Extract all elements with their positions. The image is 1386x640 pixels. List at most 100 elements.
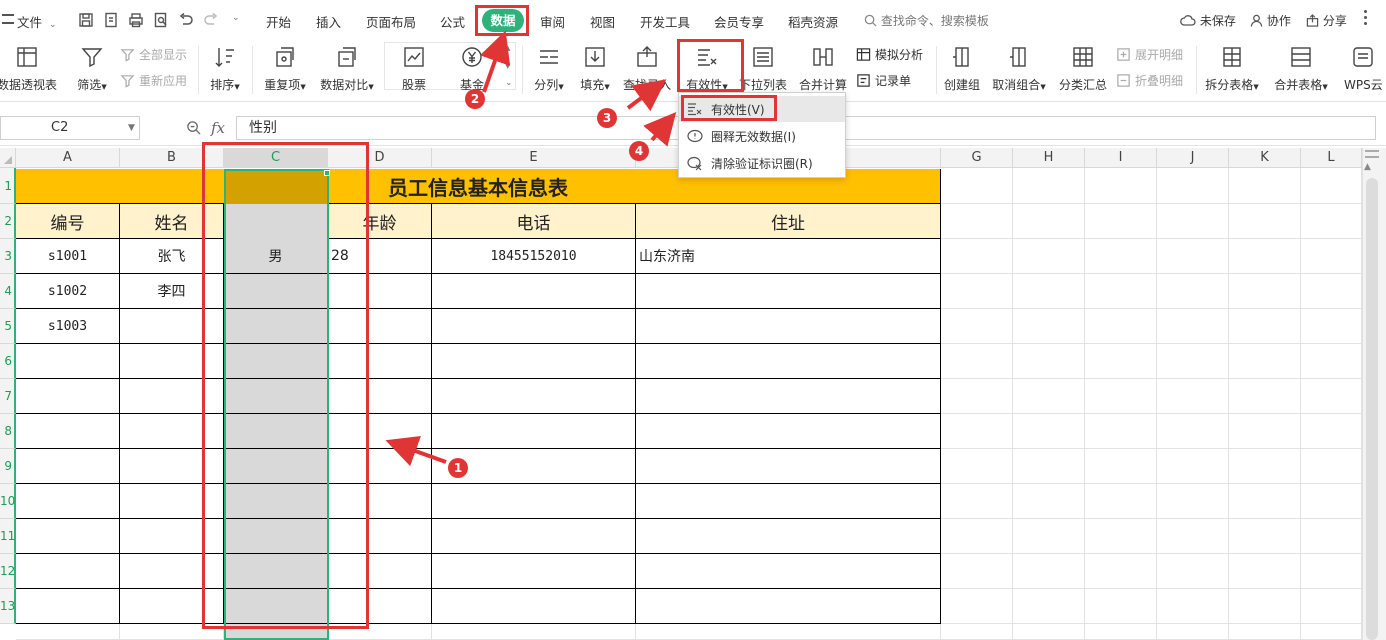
grid-cell[interactable] <box>1013 274 1085 309</box>
scrollbar-split-handle[interactable] <box>1365 150 1379 158</box>
grid-cell[interactable] <box>941 484 1013 519</box>
table-cell[interactable] <box>328 484 432 519</box>
row-header-13[interactable]: 13 <box>0 589 16 624</box>
name-box[interactable]: C2 <box>0 116 140 140</box>
undo-icon[interactable] <box>178 12 194 28</box>
table-cell[interactable] <box>636 379 941 414</box>
table-cell[interactable] <box>120 414 224 449</box>
grid-cell[interactable] <box>1013 624 1085 640</box>
table-cell[interactable] <box>636 589 941 624</box>
table-cell[interactable]: s1003 <box>16 309 120 344</box>
row-header-2[interactable]: 2 <box>0 204 16 239</box>
insert-function-button[interactable]: fx <box>211 119 225 137</box>
grid-cell[interactable] <box>1085 414 1157 449</box>
table-cell[interactable] <box>432 274 636 309</box>
header-cell[interactable]: 编号 <box>16 204 120 239</box>
column-header-a[interactable]: A <box>16 148 120 168</box>
grid-cell[interactable] <box>941 414 1013 449</box>
grid-cell[interactable] <box>1085 624 1157 640</box>
consolidate-button[interactable]: 合并计算 <box>796 42 850 98</box>
menu-item-circle-invalid[interactable]: 圈释无效数据(I) <box>679 123 845 149</box>
data-compare-button[interactable]: 数据对比▼ <box>316 42 378 98</box>
table-cell[interactable] <box>636 414 941 449</box>
grid-cell[interactable] <box>1229 204 1301 239</box>
table-cell[interactable] <box>432 589 636 624</box>
grid-cell[interactable] <box>941 624 1013 640</box>
menu-item-validity[interactable]: 有效性(V) <box>679 96 845 122</box>
create-group-button[interactable]: 创建组 <box>940 42 984 98</box>
row-header-5[interactable]: 5 <box>0 309 16 344</box>
table-cell[interactable] <box>120 484 224 519</box>
zoom-icon[interactable] <box>186 120 201 138</box>
table-cell[interactable] <box>432 484 636 519</box>
grid-cell[interactable] <box>1013 168 1085 204</box>
table-cell[interactable] <box>120 589 224 624</box>
table-cell[interactable] <box>120 309 224 344</box>
reapply-button[interactable]: 重新应用 <box>120 72 187 89</box>
table-cell[interactable]: 28 <box>328 239 432 274</box>
table-cell[interactable] <box>120 379 224 414</box>
table-cell[interactable] <box>636 309 941 344</box>
grid-cell[interactable] <box>1229 554 1301 589</box>
table-cell[interactable] <box>636 449 941 484</box>
table-cell[interactable] <box>432 519 636 554</box>
column-header-c[interactable]: C <box>224 148 328 168</box>
row-header-6[interactable]: 6 <box>0 344 16 379</box>
table-cell[interactable] <box>328 379 432 414</box>
header-cell[interactable]: 姓名 <box>120 204 224 239</box>
duplicates-button[interactable]: 重复项▼ <box>260 42 310 98</box>
grid-cell[interactable] <box>941 554 1013 589</box>
table-cell[interactable]: s1001 <box>16 239 120 274</box>
grid-cell[interactable] <box>1157 344 1229 379</box>
table-cell[interactable] <box>432 414 636 449</box>
table-cell[interactable]: 李四 <box>120 274 224 309</box>
grid-cell[interactable] <box>941 449 1013 484</box>
tab-developer[interactable]: 开发工具 <box>640 12 690 31</box>
grid-cell[interactable] <box>1157 414 1229 449</box>
grid-cell[interactable] <box>1301 239 1362 274</box>
grid-cell[interactable] <box>941 274 1013 309</box>
grid-cell[interactable] <box>1157 309 1229 344</box>
grid-cell[interactable] <box>1157 274 1229 309</box>
grid-cell[interactable] <box>1085 484 1157 519</box>
fill-button[interactable]: 填充▼ <box>576 42 614 98</box>
grid-cell[interactable] <box>1157 168 1229 204</box>
tab-review[interactable]: 审阅 <box>540 12 565 31</box>
row-header-4[interactable]: 4 <box>0 274 16 309</box>
vertical-scrollbar-thumb[interactable] <box>1366 178 1378 640</box>
grid-cell[interactable] <box>1085 309 1157 344</box>
ungroup-button[interactable]: 取消组合▼ <box>990 42 1048 98</box>
table-cell[interactable] <box>636 554 941 589</box>
print-preview-icon[interactable] <box>153 12 169 28</box>
row-header-8[interactable]: 8 <box>0 414 16 449</box>
table-cell[interactable] <box>328 554 432 589</box>
grid-cell[interactable] <box>1013 344 1085 379</box>
table-cell[interactable] <box>328 344 432 379</box>
grid-cell[interactable] <box>1085 554 1157 589</box>
grid-cell[interactable] <box>1301 589 1362 624</box>
table-cell[interactable] <box>432 344 636 379</box>
search-command-box[interactable]: 查找命令、搜索模板 <box>864 12 989 29</box>
grid-cell[interactable] <box>1157 484 1229 519</box>
row-header-1[interactable]: 1 <box>0 168 16 204</box>
scroll-up-icon[interactable]: ▲ <box>1364 162 1371 172</box>
grid-cell[interactable] <box>1085 589 1157 624</box>
record-form-button[interactable]: 记录单 <box>856 72 911 89</box>
grid-cell[interactable] <box>1301 624 1362 640</box>
validity-button[interactable]: 有效性▼ <box>680 42 734 98</box>
table-cell[interactable] <box>328 309 432 344</box>
grid-cell[interactable] <box>1229 624 1301 640</box>
split-column-button[interactable]: 分列▼ <box>530 42 568 98</box>
column-header-h[interactable]: H <box>1013 148 1085 168</box>
table-cell[interactable] <box>328 589 432 624</box>
expand-detail-button[interactable]: 展开明细 <box>1116 46 1183 63</box>
grid-cell[interactable] <box>1229 484 1301 519</box>
what-if-analysis-button[interactable]: 模拟分析 <box>856 46 923 63</box>
grid-cell[interactable] <box>941 239 1013 274</box>
grid-cell[interactable] <box>1157 449 1229 484</box>
grid-cell[interactable] <box>1157 589 1229 624</box>
column-header-g[interactable]: G <box>941 148 1013 168</box>
tab-formulas[interactable]: 公式 <box>440 12 465 31</box>
grid-cell[interactable] <box>1085 449 1157 484</box>
tab-data[interactable]: 数据 <box>482 9 524 32</box>
